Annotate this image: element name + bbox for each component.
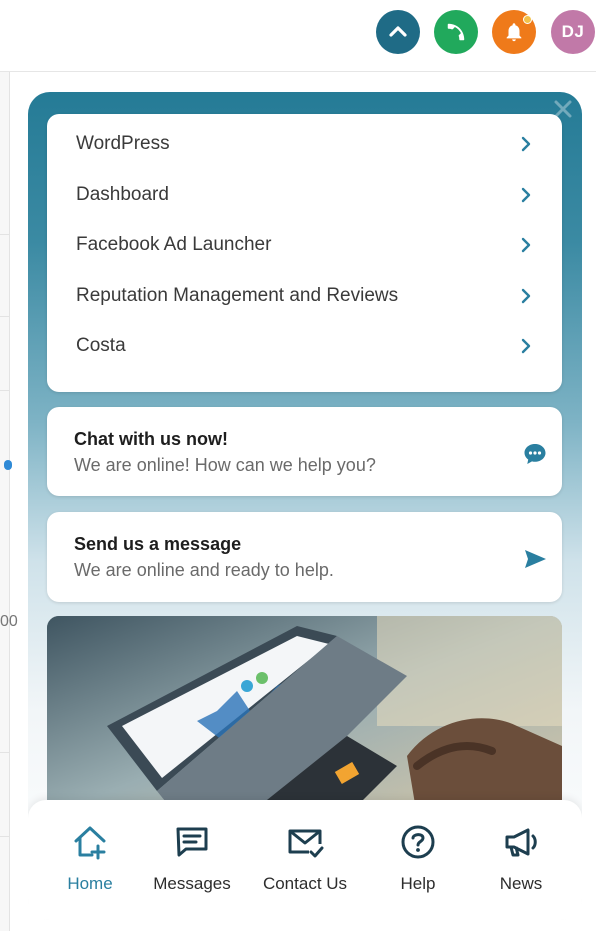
menu-item-label: WordPress <box>76 133 170 154</box>
send-message-card[interactable]: Send us a message We are online and read… <box>47 512 562 602</box>
bell-icon <box>506 23 522 42</box>
nav-messages[interactable]: Messages <box>137 822 247 902</box>
message-icon <box>176 827 208 857</box>
phone-icon <box>447 23 465 41</box>
chevron-up-icon <box>389 26 407 37</box>
menu-item-reputation-management[interactable]: Reputation Management and Reviews <box>47 271 562 321</box>
menu-item-costa[interactable]: Costa <box>47 321 562 371</box>
chevron-right-icon <box>521 338 531 354</box>
nav-home[interactable]: Home <box>35 822 145 902</box>
background-number: 00 <box>0 613 18 630</box>
megaphone-icon <box>505 828 537 857</box>
call-button[interactable] <box>434 10 478 54</box>
notifications-button[interactable] <box>492 10 536 54</box>
menu-item-label: Reputation Management and Reviews <box>76 285 399 306</box>
nav-help[interactable]: Help <box>363 822 473 902</box>
chevron-right-icon <box>521 136 531 152</box>
menu-item-wordpress[interactable]: WordPress <box>47 119 562 169</box>
nav-label: News <box>499 874 543 893</box>
nav-label: Messages <box>153 874 231 893</box>
chat-subtitle: We are online! How can we help you? <box>74 455 376 475</box>
chevron-right-icon <box>521 187 531 203</box>
question-icon <box>401 825 435 859</box>
bottom-navigation: Home Messages Contact Us Help News <box>28 800 582 920</box>
notification-badge <box>523 15 532 24</box>
chat-title: Chat with us now! <box>74 429 228 449</box>
nav-contact-us[interactable]: Contact Us <box>250 822 360 902</box>
message-subtitle: We are online and ready to help. <box>74 560 334 580</box>
chat-card[interactable]: Chat with us now! We are online! How can… <box>47 407 562 496</box>
collapse-button[interactable] <box>376 10 420 54</box>
nav-label: Help <box>400 874 436 893</box>
chevron-right-icon <box>521 237 531 253</box>
nav-news[interactable]: News <box>466 822 576 902</box>
menu-item-dashboard[interactable]: Dashboard <box>47 170 562 220</box>
message-title: Send us a message <box>74 534 242 554</box>
laptop-image <box>47 616 562 816</box>
quick-links-card: WordPress Dashboard Facebook Ad Launcher… <box>47 114 562 392</box>
support-widget: WordPress Dashboard Facebook Ad Launcher… <box>28 92 582 920</box>
mail-check-icon <box>288 829 324 858</box>
background-panel <box>0 72 10 931</box>
menu-item-facebook-ad-launcher[interactable]: Facebook Ad Launcher <box>47 220 562 270</box>
home-plus-icon <box>74 826 106 860</box>
menu-item-label: Facebook Ad Launcher <box>76 234 272 255</box>
chat-bubble-icon <box>524 444 546 464</box>
menu-item-label: Dashboard <box>76 184 169 205</box>
nav-label: Home <box>67 874 113 893</box>
user-avatar[interactable]: DJ <box>551 10 595 54</box>
send-icon <box>525 550 546 568</box>
nav-label: Contact Us <box>262 874 348 893</box>
promo-image <box>47 616 562 816</box>
chevron-right-icon <box>521 288 531 304</box>
menu-item-label: Costa <box>76 335 126 356</box>
background-dot <box>4 460 12 470</box>
